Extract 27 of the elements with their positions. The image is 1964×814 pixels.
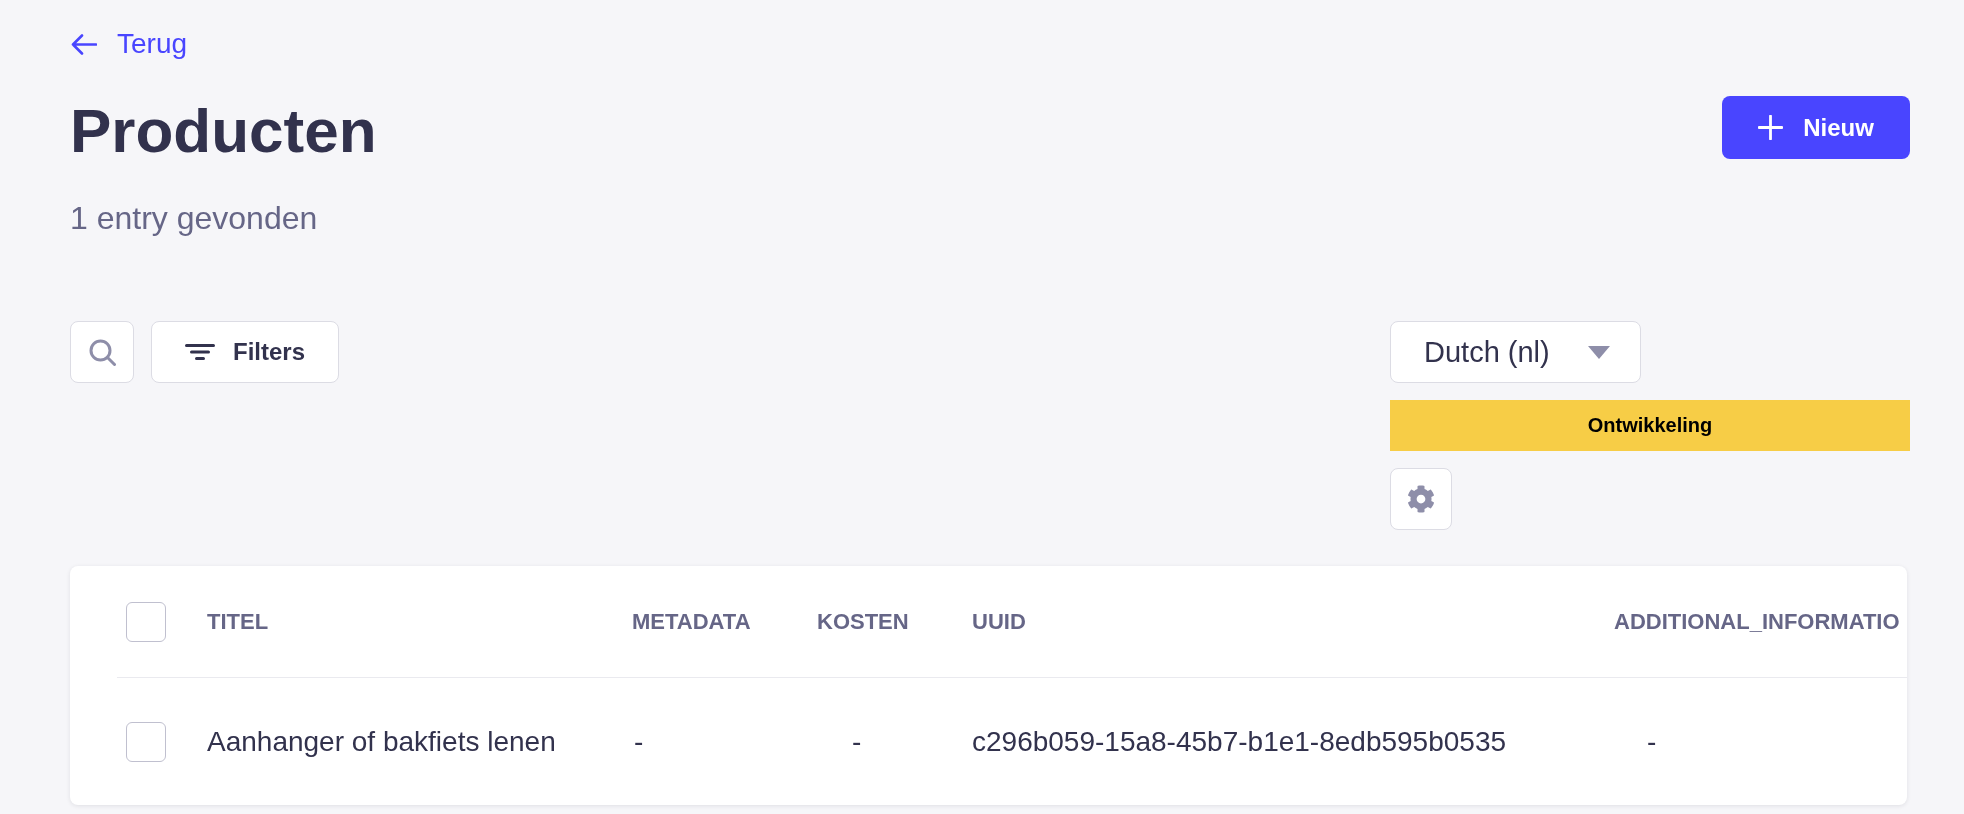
- new-button[interactable]: Nieuw: [1722, 96, 1910, 159]
- table-cell: -: [1647, 725, 1657, 758]
- checkbox[interactable]: [126, 721, 166, 762]
- checkbox[interactable]: [126, 601, 166, 642]
- search-icon: [88, 338, 116, 366]
- column-header: ADDITIONAL_INFORMATIO: [1614, 608, 1900, 635]
- settings-icon: [1407, 485, 1435, 513]
- caret-down-icon: [1588, 345, 1610, 359]
- filter-icon: [185, 344, 215, 360]
- arrow-left-icon: [71, 33, 97, 55]
- back-link[interactable]: Terug: [71, 27, 188, 61]
- entry-count: 1 entry gevonden: [70, 199, 318, 238]
- settings-button[interactable]: [1390, 468, 1452, 530]
- table-cell: Aanhanger of bakfiets lenen: [207, 725, 556, 758]
- table-cell: c296b059-15a8-45b7-b1e1-8edb595b0535: [972, 725, 1507, 758]
- page-title: Producten: [70, 95, 377, 167]
- column-header: UUID: [972, 608, 1026, 635]
- plus-icon: [1758, 115, 1784, 140]
- locale-select[interactable]: Dutch (nl): [1390, 321, 1641, 383]
- table-cell: -: [634, 725, 644, 758]
- column-header: TITEL: [207, 608, 269, 635]
- column-header: METADATA: [632, 608, 751, 635]
- column-header: KOSTEN: [817, 608, 909, 635]
- table-cell: -: [852, 725, 862, 758]
- filters-button[interactable]: Filters: [151, 321, 339, 383]
- search-button[interactable]: [70, 321, 134, 383]
- environment-banner: Ontwikkeling: [1390, 400, 1910, 451]
